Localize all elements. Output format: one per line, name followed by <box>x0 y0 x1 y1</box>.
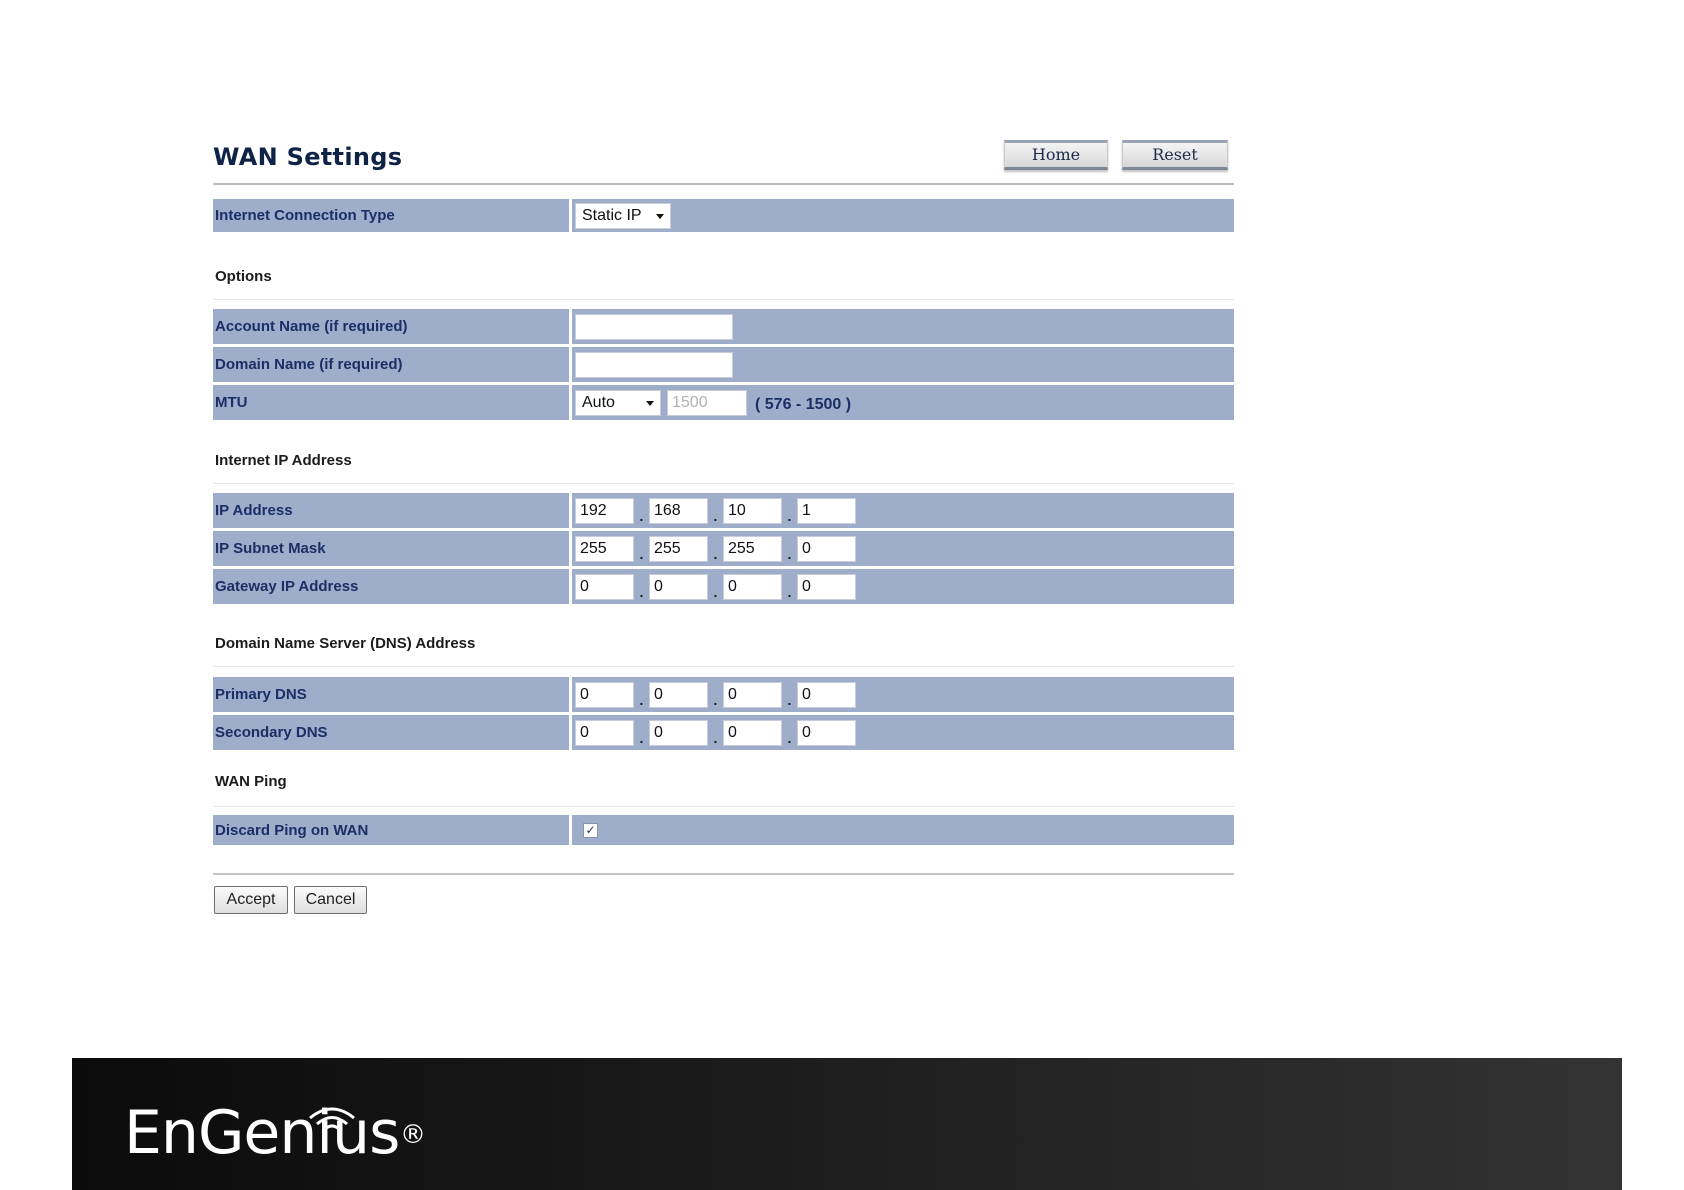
ip-address-octet-3[interactable] <box>723 497 782 524</box>
account-name-input[interactable] <box>575 313 733 340</box>
gateway-label: Gateway IP Address <box>213 569 569 604</box>
options-divider <box>213 299 1234 300</box>
internet-ip-divider <box>213 483 1234 484</box>
secondary-dns-row: Secondary DNS . . . <box>213 715 1234 750</box>
subnet-mask-row: IP Subnet Mask . . . <box>213 531 1234 566</box>
options-heading: Options <box>215 268 272 285</box>
secondary-dns-octet-2[interactable] <box>649 719 708 746</box>
wan-ping-heading: WAN Ping <box>215 773 287 790</box>
ip-address-octet-1[interactable] <box>575 497 634 524</box>
gateway-octet-1[interactable] <box>575 573 634 600</box>
page-title: WAN Settings <box>213 143 403 171</box>
actions-divider <box>213 873 1234 875</box>
accept-button[interactable]: Accept <box>214 886 288 914</box>
ip-address-label: IP Address <box>213 493 569 528</box>
engenius-logo: EnGenius <box>124 1098 400 1168</box>
gateway-octet-3[interactable] <box>723 573 782 600</box>
primary-dns-octet-4[interactable] <box>797 681 856 708</box>
subnet-mask-octet-3[interactable] <box>723 535 782 562</box>
primary-dns-row: Primary DNS . . . <box>213 677 1234 712</box>
gateway-octet-2[interactable] <box>649 573 708 600</box>
domain-name-label: Domain Name (if required) <box>213 347 569 382</box>
domain-name-input[interactable] <box>575 351 733 378</box>
wan-settings-page: WAN Settings Home Reset Internet Connect… <box>0 0 1684 1190</box>
connection-type-value: Static IP <box>582 206 642 224</box>
ip-address-octet-2[interactable] <box>649 497 708 524</box>
discard-ping-checkbox[interactable]: ✓ <box>583 822 598 838</box>
mtu-range-hint: ( 576 - 1500 ) <box>755 395 852 413</box>
ip-address-row: IP Address . . . <box>213 493 1234 528</box>
dns-divider <box>213 666 1234 667</box>
home-button[interactable]: Home <box>1004 140 1108 170</box>
discard-ping-label: Discard Ping on WAN <box>213 815 569 845</box>
domain-name-row: Domain Name (if required) <box>213 347 1234 382</box>
internet-ip-heading: Internet IP Address <box>215 452 352 469</box>
header-divider <box>213 183 1234 185</box>
account-name-label: Account Name (if required) <box>213 309 569 344</box>
ip-address-octet-4[interactable] <box>797 497 856 524</box>
primary-dns-label: Primary DNS <box>213 677 569 712</box>
secondary-dns-label: Secondary DNS <box>213 715 569 750</box>
subnet-mask-label: IP Subnet Mask <box>213 531 569 566</box>
reset-button[interactable]: Reset <box>1122 140 1228 170</box>
primary-dns-octet-2[interactable] <box>649 681 708 708</box>
chevron-down-icon <box>646 400 654 406</box>
secondary-dns-octet-3[interactable] <box>723 719 782 746</box>
checkmark-icon: ✓ <box>585 823 596 837</box>
footer-banner: EnGenius ® <box>72 1058 1622 1190</box>
discard-ping-row: Discard Ping on WAN ✓ <box>213 815 1234 845</box>
registered-mark: ® <box>400 1120 426 1150</box>
mtu-mode-select[interactable]: Auto <box>575 389 661 416</box>
connection-type-row: Internet Connection Type Static IP <box>213 199 1234 232</box>
primary-dns-octet-3[interactable] <box>723 681 782 708</box>
mtu-row: MTU Auto ( 576 - 1500 ) <box>213 385 1234 420</box>
connection-type-select[interactable]: Static IP <box>575 202 671 229</box>
account-name-row: Account Name (if required) <box>213 309 1234 344</box>
subnet-mask-octet-2[interactable] <box>649 535 708 562</box>
gateway-row: Gateway IP Address . . . <box>213 569 1234 604</box>
subnet-mask-octet-4[interactable] <box>797 535 856 562</box>
wan-ping-divider <box>213 806 1234 807</box>
gateway-octet-4[interactable] <box>797 573 856 600</box>
subnet-mask-octet-1[interactable] <box>575 535 634 562</box>
mtu-value-input[interactable] <box>667 389 747 416</box>
connection-type-label: Internet Connection Type <box>213 199 569 232</box>
chevron-down-icon <box>656 213 664 219</box>
mtu-mode-value: Auto <box>582 393 615 411</box>
dns-heading: Domain Name Server (DNS) Address <box>215 635 476 652</box>
primary-dns-octet-1[interactable] <box>575 681 634 708</box>
mtu-label: MTU <box>213 385 569 420</box>
secondary-dns-octet-4[interactable] <box>797 719 856 746</box>
secondary-dns-octet-1[interactable] <box>575 719 634 746</box>
cancel-button[interactable]: Cancel <box>294 886 367 914</box>
